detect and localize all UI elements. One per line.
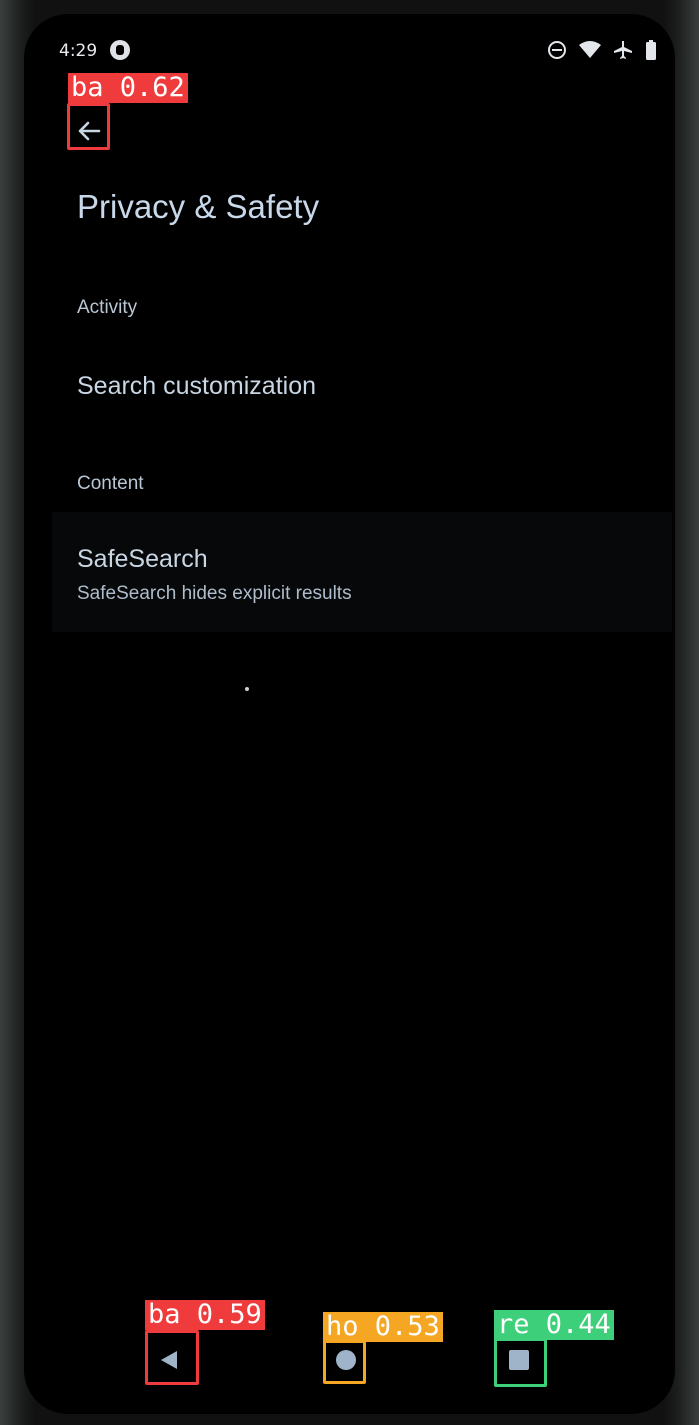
setting-subtitle: SafeSearch hides explicit results <box>77 583 352 604</box>
detection-box <box>67 103 110 150</box>
setting-title: SafeSearch <box>77 545 208 573</box>
section-header-activity: Activity <box>77 297 138 318</box>
touch-indicator-dot <box>245 687 249 691</box>
wifi-icon <box>579 41 601 59</box>
setting-search-customization[interactable]: Search customization <box>52 354 672 424</box>
detection-box <box>145 1330 199 1385</box>
status-icons <box>547 40 657 60</box>
phone-screen: 4:29 Privacy & Safety Activity Search cu… <box>24 14 675 1414</box>
page-title: Privacy & Safety <box>77 188 320 225</box>
detection-box <box>494 1338 547 1387</box>
phone-device: 4:29 Privacy & Safety Activity Search cu… <box>0 0 699 1425</box>
battery-icon <box>645 40 657 60</box>
detection-label: ba 0.59 <box>145 1300 265 1330</box>
app-notification-icon <box>110 40 130 60</box>
detection-box <box>323 1340 366 1384</box>
detection-label: ho 0.53 <box>323 1312 443 1342</box>
detection-label: ba 0.62 <box>68 73 188 103</box>
status-time: 4:29 <box>59 41 98 61</box>
section-header-content: Content <box>77 473 144 494</box>
detection-label: re 0.44 <box>494 1310 614 1340</box>
do-not-disturb-icon <box>547 40 567 60</box>
setting-title: Search customization <box>77 372 317 400</box>
setting-safesearch[interactable]: SafeSearch SafeSearch hides explicit res… <box>52 512 672 632</box>
airplane-mode-icon <box>613 40 633 60</box>
